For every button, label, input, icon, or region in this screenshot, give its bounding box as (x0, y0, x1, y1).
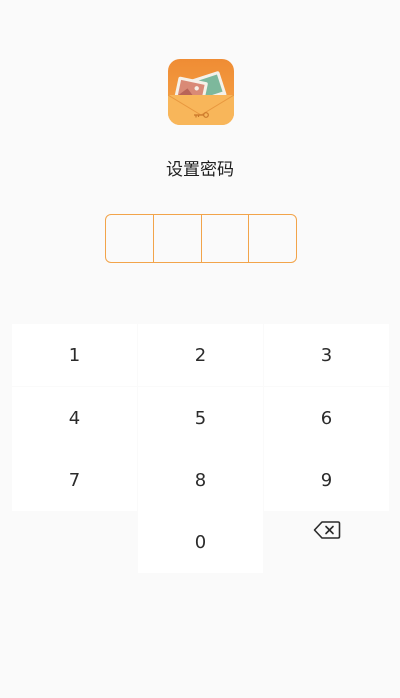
pin-digit-box-4 (249, 215, 296, 262)
key-0[interactable]: 0 (138, 511, 263, 573)
key-6[interactable]: 6 (264, 387, 389, 449)
backspace-button[interactable] (264, 511, 389, 573)
key-3[interactable]: 3 (264, 324, 389, 386)
page-title: 设置密码 (166, 160, 234, 180)
key-empty (12, 511, 137, 573)
key-1[interactable]: 1 (12, 324, 137, 386)
pin-digit-box-1 (106, 215, 154, 262)
pin-digit-box-2 (154, 215, 202, 262)
key-4[interactable]: 4 (12, 387, 137, 449)
key-9[interactable]: 9 (264, 449, 389, 511)
pin-digit-box-3 (202, 215, 250, 262)
app-logo-icon (168, 59, 234, 125)
backspace-icon (313, 520, 341, 545)
key-7[interactable]: 7 (12, 449, 137, 511)
key-2[interactable]: 2 (138, 324, 263, 386)
pin-input[interactable] (105, 214, 297, 263)
key-8[interactable]: 8 (138, 449, 263, 511)
key-5[interactable]: 5 (138, 387, 263, 449)
